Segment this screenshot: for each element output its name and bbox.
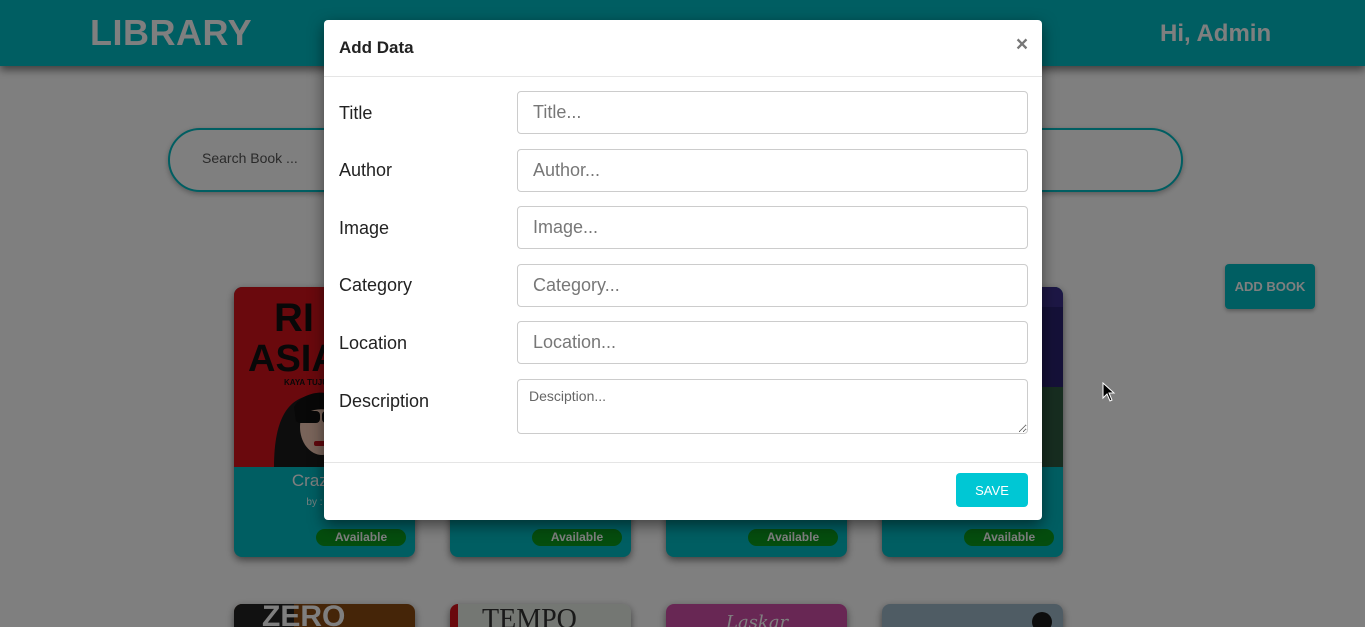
description-label: Description <box>339 391 430 411</box>
description-textarea[interactable] <box>517 379 1028 434</box>
title-label: Title <box>339 103 373 123</box>
modal-header: Add Data × <box>324 20 1042 77</box>
image-input[interactable] <box>517 206 1028 249</box>
category-label: Category <box>339 275 413 295</box>
location-input[interactable] <box>517 321 1028 364</box>
add-data-modal: Add Data × Title Author Image Category L… <box>324 20 1042 520</box>
title-input[interactable] <box>517 91 1028 134</box>
save-button[interactable]: SAVE <box>956 473 1028 507</box>
category-input[interactable] <box>517 264 1028 307</box>
location-label: Location <box>339 333 408 353</box>
modal-title: Add Data <box>339 38 414 57</box>
mouse-cursor-icon <box>1102 382 1116 402</box>
modal-footer: SAVE <box>324 462 1042 520</box>
author-label: Author <box>339 160 393 180</box>
image-label: Image <box>339 218 390 238</box>
close-icon[interactable]: × <box>1012 34 1032 56</box>
author-input[interactable] <box>517 149 1028 192</box>
